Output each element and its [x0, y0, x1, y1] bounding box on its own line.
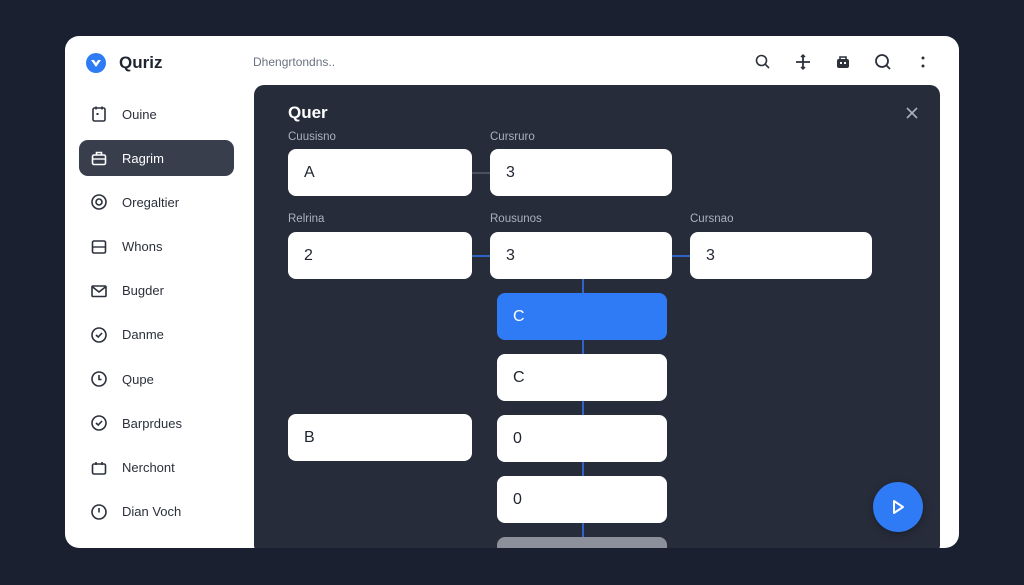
node-card-selected[interactable]: C: [497, 293, 667, 340]
search-large-icon[interactable]: [863, 50, 903, 74]
sidebar-item-label: Oregaltier: [122, 194, 180, 210]
node-card[interactable]: A: [288, 149, 472, 196]
node-card-placeholder[interactable]: [497, 537, 667, 548]
sidebar: Ouine Ragrim Oregaltier Whons Bugder Dan…: [79, 96, 234, 538]
sidebar-item-barprdues[interactable]: Barprdues: [79, 405, 234, 441]
sidebar-item-label: Danme: [122, 327, 164, 343]
clock-icon: [89, 502, 109, 522]
sidebar-item-danme[interactable]: Danme: [79, 317, 234, 353]
sidebar-item-oregaltier[interactable]: Oregaltier: [79, 184, 234, 220]
toolbar: [743, 50, 943, 74]
sidebar-item-label: Bugder: [122, 283, 164, 299]
sidebar-item-label: Whons: [122, 239, 163, 255]
mail-icon: [89, 281, 109, 301]
play-icon: [893, 500, 904, 514]
node-card[interactable]: 0: [497, 415, 667, 462]
sidebar-item-ragrim[interactable]: Ragrim: [79, 140, 234, 177]
top-bar: Quriz Dhengrtondns..: [65, 36, 959, 88]
search-icon[interactable]: [743, 50, 783, 74]
sidebar-item-label: Dian Voch: [122, 504, 182, 520]
panel-title: Quer: [288, 103, 328, 122]
sidebar-item-label: Barprdues: [122, 415, 182, 431]
clock-icon: [89, 369, 109, 389]
circle-target-icon: [89, 192, 109, 212]
sidebar-item-whons[interactable]: Whons: [79, 229, 234, 265]
app-title: Quriz: [119, 53, 163, 72]
node-card[interactable]: 2: [288, 232, 472, 279]
builder-panel: Quer Cuusisno Cursruro A 3 Relrina Rousu…: [254, 85, 940, 548]
close-icon[interactable]: [904, 105, 920, 121]
logo-icon: [86, 53, 106, 73]
box-icon: [89, 458, 109, 478]
briefcase-icon: [89, 148, 109, 168]
node-card[interactable]: C: [497, 354, 667, 401]
connector-line: [472, 172, 490, 174]
sidebar-item-label: Ouine: [122, 106, 157, 122]
node-card[interactable]: 3: [490, 149, 672, 196]
bag-icon[interactable]: [823, 50, 863, 74]
sidebar-item-label: Qupe: [122, 371, 154, 387]
connector-line: [472, 255, 490, 257]
calendar-icon: [89, 104, 109, 124]
node-card[interactable]: B: [288, 414, 472, 461]
check-circle-icon: [89, 325, 109, 345]
node-card[interactable]: 0: [497, 476, 667, 523]
play-button[interactable]: [873, 482, 923, 532]
sidebar-item-nerchont[interactable]: Nerchont: [79, 450, 234, 486]
check-circle-icon: [89, 413, 109, 433]
app-window: Quriz Dhengrtondns.. Ouine Ragrim Oregal…: [65, 36, 959, 548]
connector-line: [672, 255, 690, 257]
more-vertical-icon[interactable]: [903, 50, 943, 74]
column-label: Cursnao: [690, 213, 734, 225]
column-label: Cuusisno: [288, 131, 336, 143]
node-card[interactable]: 3: [690, 232, 872, 279]
node-card[interactable]: 3: [490, 232, 672, 279]
column-label: Relrina: [288, 213, 325, 225]
list-icon: [89, 237, 109, 257]
sidebar-item-qupe[interactable]: Qupe: [79, 361, 234, 397]
sidebar-item-label: Ragrim: [122, 150, 164, 166]
breadcrumb: Dhengrtondns..: [253, 55, 336, 69]
sidebar-item-ouine[interactable]: Ouine: [79, 96, 234, 132]
sidebar-item-label: Nerchont: [122, 460, 175, 475]
column-label: Rousunos: [490, 213, 542, 225]
sidebar-item-bugder[interactable]: Bugder: [79, 273, 234, 309]
move-icon[interactable]: [783, 50, 823, 74]
sidebar-item-dian-voch[interactable]: Dian Voch: [79, 494, 234, 530]
column-label: Cursruro: [490, 131, 535, 143]
